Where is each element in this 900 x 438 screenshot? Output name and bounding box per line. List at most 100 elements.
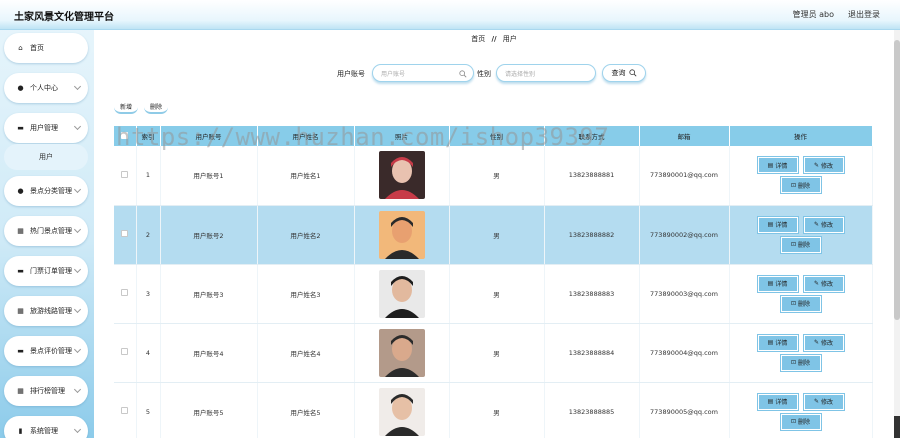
- delete-button[interactable]: ⊡ 删除: [779, 235, 822, 254]
- sidebar-item-4[interactable]: ▦ 热门景点管理: [4, 216, 88, 246]
- cell-index: 1: [136, 146, 161, 206]
- col-gender: 性别: [449, 126, 545, 146]
- breadcrumb-current: 用户: [502, 35, 517, 43]
- cell-phone: 13823888882: [544, 205, 640, 265]
- cell-actions: ▤ 详情 ✎ 修改 ⊡ 删除: [729, 323, 873, 383]
- page-scrollbar-thumb[interactable]: [894, 40, 900, 320]
- col-name: 用户姓名: [257, 126, 355, 146]
- chevron-down-icon: [73, 305, 82, 314]
- col-photo: 照片: [354, 126, 450, 146]
- edit-button[interactable]: ✎ 修改: [802, 215, 845, 234]
- col-email: 邮箱: [639, 126, 730, 146]
- table-row[interactable]: 1 用户账号1 用户姓名1 男 13823888881 773890001@qq.com ▤…: [114, 146, 873, 206]
- gender-select[interactable]: 请选择性别: [496, 64, 596, 82]
- detail-button[interactable]: ▤ 详情: [756, 333, 799, 352]
- table-row[interactable]: 3 用户账号3 用户姓名3 男 13823888883 773890003@qq.com ▤…: [114, 264, 873, 324]
- sidebar-item-0[interactable]: ⌂ 首页: [4, 33, 88, 63]
- table-row[interactable]: 4 用户账号4 用户姓名4 男 13823888884 773890004@qq.com ▤…: [114, 323, 873, 383]
- logout-link[interactable]: 退出登录: [848, 9, 880, 20]
- sidebar-item-1[interactable]: ● 个人中心: [4, 73, 88, 103]
- cell-name: 用户姓名5: [257, 382, 355, 438]
- cell-photo: [354, 146, 450, 206]
- row-checkbox[interactable]: [121, 230, 129, 237]
- edit-button[interactable]: ✎ 修改: [802, 156, 845, 175]
- admin-label[interactable]: 管理员 abo: [793, 9, 834, 20]
- delete-button[interactable]: ⊡ 删除: [779, 412, 822, 431]
- edit-button[interactable]: ✎ 修改: [802, 392, 845, 411]
- cell-account: 用户账号1: [160, 146, 258, 206]
- row-checkbox[interactable]: [121, 348, 129, 355]
- col-actions: 操作: [729, 126, 873, 146]
- sidebar-item-7[interactable]: ▬ 景点评价管理: [4, 336, 88, 366]
- cell-gender: 男: [449, 323, 545, 383]
- trash-icon: ⊡: [790, 418, 796, 425]
- cell-phone: 13823888885: [544, 382, 640, 438]
- sidebar-item-5[interactable]: ▬ 门票订单管理: [4, 256, 88, 286]
- cell-gender: 男: [449, 146, 545, 206]
- cell-email: 773890002@qq.com: [639, 205, 730, 265]
- cell-index: 5: [136, 382, 161, 438]
- trash-icon: ⊡: [790, 241, 796, 248]
- sidebar-item-3[interactable]: ● 景点分类管理: [4, 176, 88, 206]
- chevron-down-icon: [73, 82, 82, 91]
- edit-button[interactable]: ✎ 修改: [802, 274, 845, 293]
- avatar: [378, 269, 425, 318]
- delete-button[interactable]: ⊡ 删除: [779, 294, 822, 313]
- row-select-cell[interactable]: [114, 382, 137, 438]
- detail-button[interactable]: ▤ 详情: [756, 392, 799, 411]
- delete-label: 删除: [798, 301, 811, 308]
- cell-phone: 13823888883: [544, 264, 640, 324]
- batch-delete-button[interactable]: 删除: [144, 100, 169, 114]
- breadcrumb-home[interactable]: 首页: [471, 35, 485, 43]
- cell-gender: 男: [449, 205, 545, 265]
- table-row[interactable]: 2 用户账号2 用户姓名2 男 13823888882 773890002@qq.com ▤…: [114, 205, 873, 265]
- sidebar-item-2[interactable]: ▬ 用户管理: [4, 113, 88, 143]
- cell-account: 用户账号5: [160, 382, 258, 438]
- document-icon: ▤: [767, 398, 774, 405]
- cell-index: 4: [136, 323, 161, 383]
- cell-actions: ▤ 详情 ✎ 修改 ⊡ 删除: [729, 264, 873, 324]
- detail-button[interactable]: ▤ 详情: [756, 156, 799, 175]
- delete-button[interactable]: ⊡ 删除: [779, 353, 822, 372]
- chevron-down-icon: [73, 265, 82, 274]
- col-account: 用户账号: [160, 126, 258, 146]
- sidebar-item-6[interactable]: ▦ 旅游线路管理: [4, 296, 88, 326]
- pencil-icon: ✎: [813, 339, 819, 346]
- delete-button[interactable]: ⊡ 删除: [779, 176, 822, 195]
- folder-icon: ▬: [17, 124, 24, 132]
- document-icon: ▤: [767, 280, 774, 287]
- main-panel: 首页 // 用户 用户账号 用户账号 性别 请选择性别 查询 新增 删除 索引 …: [94, 30, 894, 438]
- detail-button[interactable]: ▤ 详情: [756, 274, 799, 293]
- gender-label: 性别: [477, 70, 491, 78]
- row-select-cell[interactable]: [114, 264, 137, 324]
- row-select-cell[interactable]: [114, 146, 137, 206]
- row-checkbox[interactable]: [121, 170, 129, 178]
- sidebar-subitem-users[interactable]: 用户: [4, 144, 88, 170]
- cell-account: 用户账号4: [160, 323, 258, 383]
- app-title: 土家风景文化管理平台: [14, 12, 114, 23]
- row-select-cell[interactable]: [114, 323, 137, 383]
- account-search-input[interactable]: 用户账号: [372, 64, 474, 82]
- select-all-checkbox[interactable]: [121, 131, 129, 139]
- edit-label: 修改: [821, 222, 834, 229]
- add-button[interactable]: 新增: [114, 100, 139, 114]
- row-checkbox[interactable]: [121, 407, 129, 414]
- sidebar-item-9[interactable]: ▮ 系统管理: [4, 416, 88, 438]
- cell-photo: [354, 264, 450, 324]
- row-select-cell[interactable]: [114, 205, 137, 265]
- sidebar-item-8[interactable]: ▦ 排行榜管理: [4, 376, 88, 406]
- detail-button[interactable]: ▤ 详情: [756, 215, 799, 234]
- pencil-icon: ✎: [813, 161, 819, 169]
- sidebar-item-label: 系统管理: [30, 427, 58, 435]
- edit-label: 修改: [821, 399, 834, 406]
- row-checkbox[interactable]: [121, 289, 129, 296]
- chevron-down-icon: [73, 122, 82, 131]
- edit-button[interactable]: ✎ 修改: [802, 333, 845, 352]
- table-row[interactable]: 5 用户账号5 用户姓名5 男 13823888885 773890005@qq.com ▤…: [114, 382, 873, 438]
- query-button[interactable]: 查询: [602, 64, 646, 82]
- select-all-cell[interactable]: [114, 126, 137, 146]
- cell-email: 773890004@qq.com: [639, 323, 730, 383]
- pencil-icon: ✎: [813, 280, 819, 287]
- user-icon: ●: [17, 187, 24, 195]
- cell-actions: ▤ 详情 ✎ 修改 ⊡ 删除: [729, 382, 873, 438]
